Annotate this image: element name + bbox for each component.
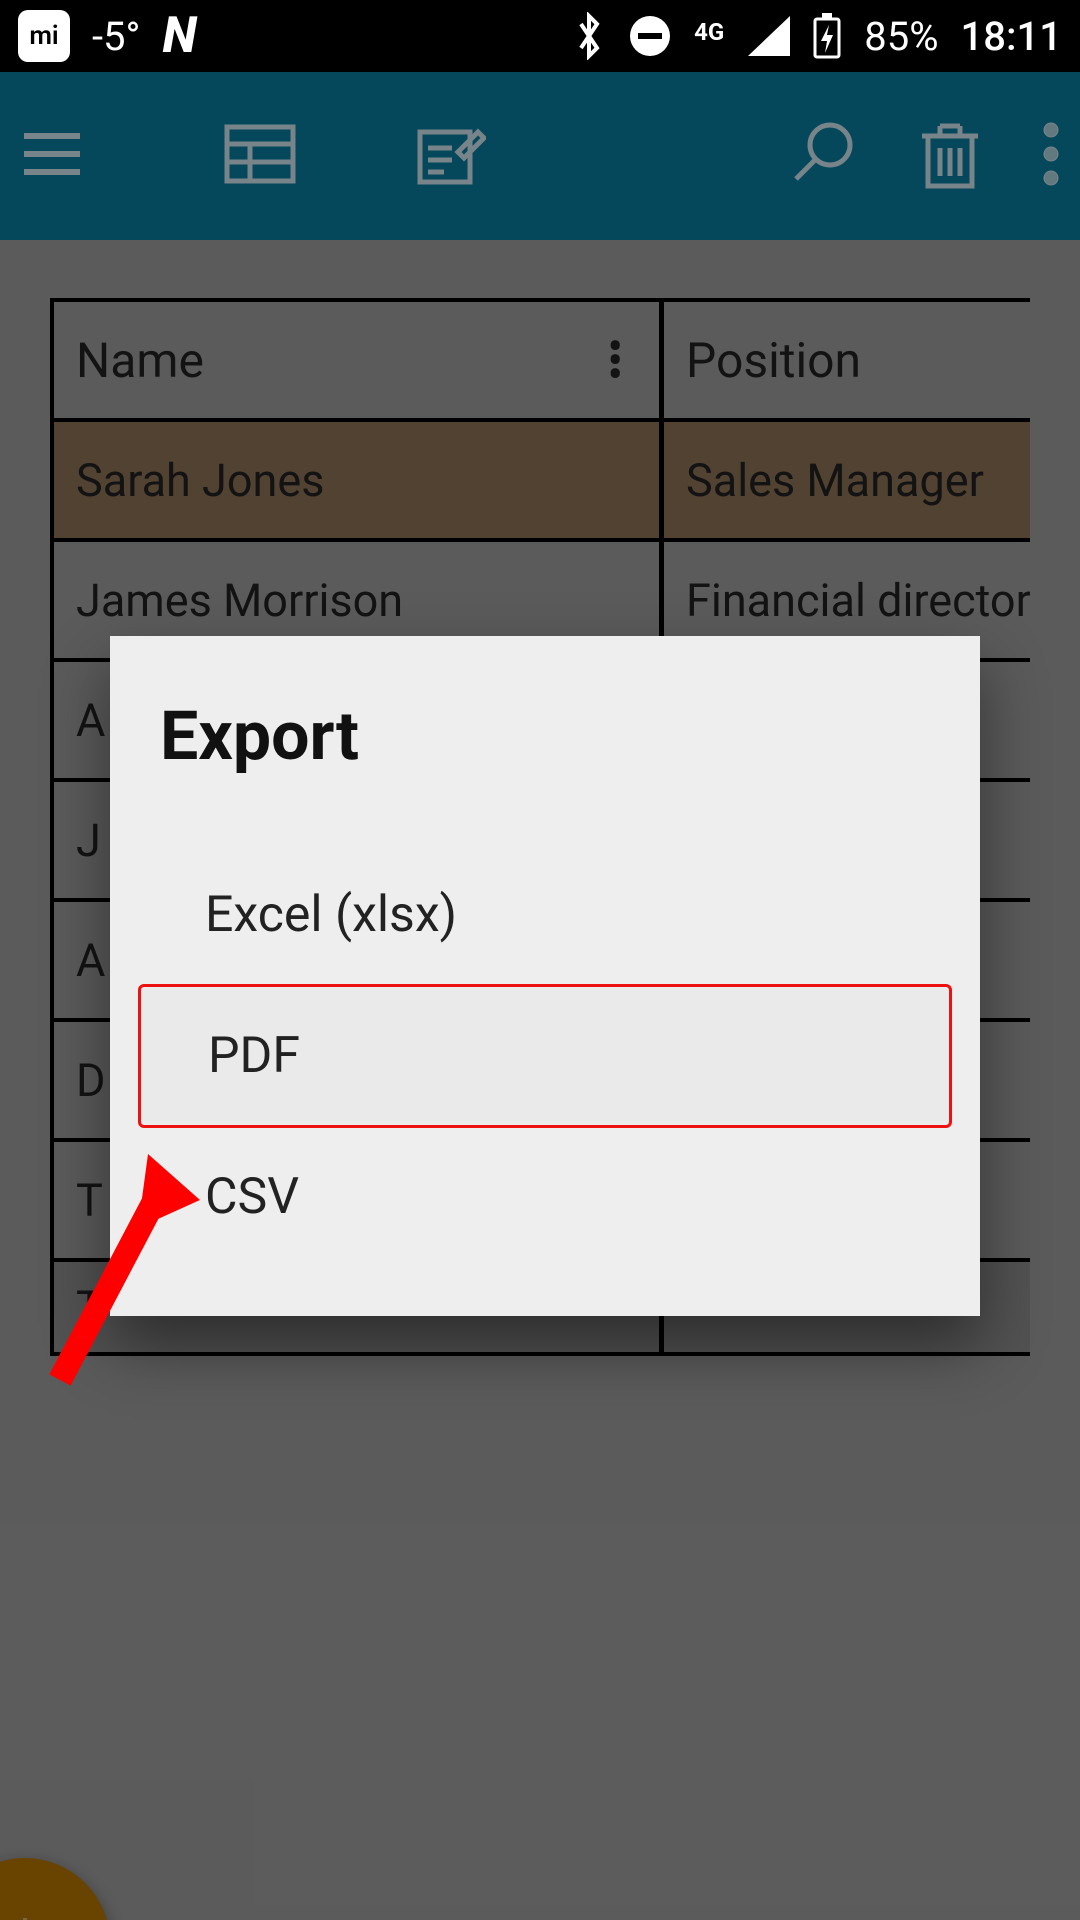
status-right: 4G 85% 18:11	[572, 12, 1062, 60]
battery-charging-icon	[812, 13, 842, 59]
status-left: mi -5° N	[18, 7, 197, 65]
battery-percentage: 85%	[864, 13, 938, 60]
mi-app-icon: mi	[18, 10, 70, 62]
android-n-icon: N	[162, 7, 196, 65]
temperature-indicator: -5°	[92, 13, 140, 60]
cellular-signal-icon	[746, 16, 790, 56]
status-bar: mi -5° N 4G 85% 18:11	[0, 0, 1080, 72]
export-option-csv[interactable]: CSV	[110, 1128, 980, 1266]
network-4g-label: 4G	[694, 18, 724, 46]
export-dialog: Export Excel (xlsx) PDF CSV	[110, 636, 980, 1316]
export-option-pdf[interactable]: PDF	[138, 984, 952, 1128]
do-not-disturb-icon	[628, 14, 672, 58]
clock: 18:11	[961, 13, 1062, 60]
bluetooth-icon	[572, 12, 606, 60]
export-dialog-title: Export	[110, 636, 980, 846]
export-option-excel[interactable]: Excel (xlsx)	[110, 846, 980, 984]
